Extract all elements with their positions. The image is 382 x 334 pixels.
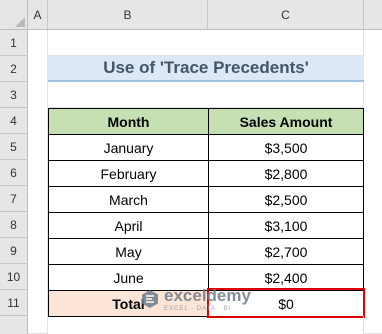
row-header-1[interactable]: 1 [0, 30, 28, 56]
grid-col-d[interactable] [364, 30, 382, 334]
row-header-2[interactable]: 2 [0, 56, 28, 82]
row-header-9[interactable]: 9 [0, 238, 28, 264]
grid-row-12[interactable] [48, 316, 364, 334]
row-header-10[interactable]: 10 [0, 264, 28, 290]
table-header-month[interactable]: Month [48, 108, 209, 135]
table-cell-amount[interactable]: $3,500 [208, 134, 364, 161]
table-cell-month[interactable]: March [48, 186, 209, 213]
table-cell-amount[interactable]: $2,400 [208, 264, 364, 291]
column-header-a[interactable]: A [28, 0, 48, 30]
row-header-6[interactable]: 6 [0, 160, 28, 186]
table-cell-amount[interactable]: $2,700 [208, 238, 364, 265]
table-cell-amount[interactable]: $2,800 [208, 160, 364, 187]
spreadsheet: A B C 1 2 3 4 5 6 7 8 9 10 11 Use of 'Tr… [0, 0, 382, 334]
column-header-c[interactable]: C [208, 0, 364, 30]
row-header-partial [0, 316, 28, 334]
table-cell-month[interactable]: April [48, 212, 209, 239]
trace-highlight-box [207, 288, 365, 318]
table-cell-month[interactable]: January [48, 134, 209, 161]
row-header-3[interactable]: 3 [0, 82, 28, 108]
column-header-empty [364, 0, 382, 30]
row-header-8[interactable]: 8 [0, 212, 28, 238]
table-cell-month[interactable]: May [48, 238, 209, 265]
grid-row-1[interactable] [48, 30, 364, 56]
table-cell-amount[interactable]: $2,500 [208, 186, 364, 213]
total-label-cell[interactable]: Total [48, 290, 209, 317]
table-cell-month[interactable]: June [48, 264, 209, 291]
column-header-b[interactable]: B [48, 0, 208, 30]
grid-row-3[interactable] [48, 82, 364, 108]
row-header-7[interactable]: 7 [0, 186, 28, 212]
row-header-5[interactable]: 5 [0, 134, 28, 160]
table-cell-amount[interactable]: $3,100 [208, 212, 364, 239]
row-header-4[interactable]: 4 [0, 108, 28, 134]
row-header-11[interactable]: 11 [0, 290, 28, 316]
sheet-title[interactable]: Use of 'Trace Precedents' [48, 56, 364, 82]
table-cell-month[interactable]: February [48, 160, 209, 187]
select-all-triangle-icon [15, 17, 25, 27]
table-header-sales-amount[interactable]: Sales Amount [208, 108, 364, 135]
select-all-corner[interactable] [0, 0, 28, 30]
grid-col-a[interactable] [28, 30, 48, 334]
